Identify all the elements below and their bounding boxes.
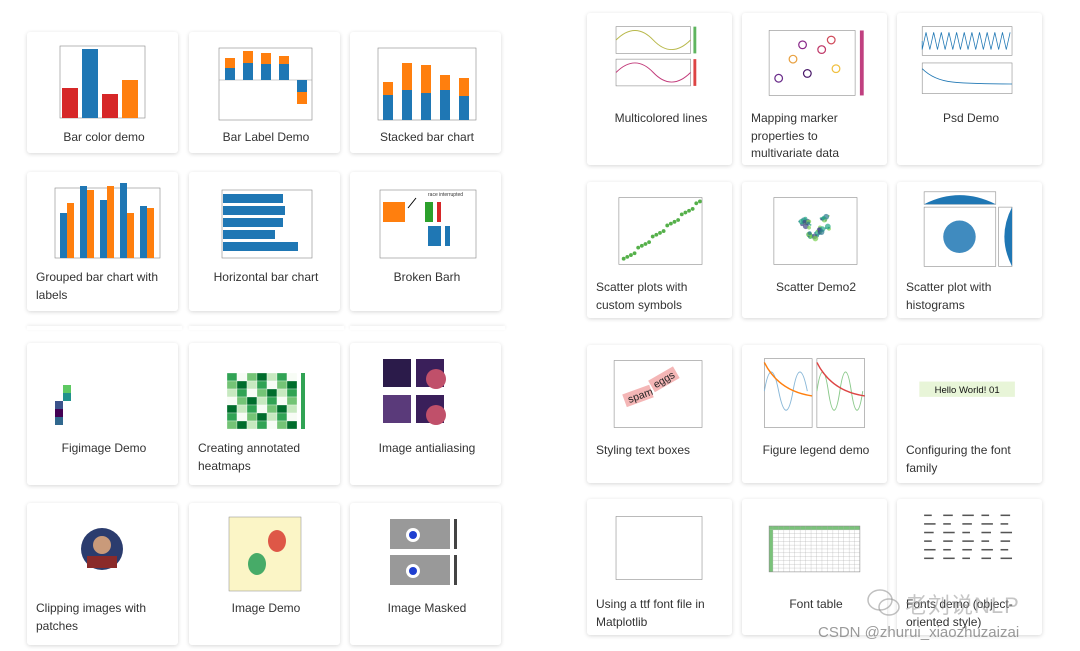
gallery-card[interactable]: Image antialiasing	[350, 343, 501, 485]
card-title[interactable]: Figimage Demo	[36, 440, 172, 458]
card-title[interactable]: Grouped bar chart with labels	[36, 269, 172, 304]
thumbnail-image[interactable]	[358, 509, 493, 595]
svg-text:race interrupted: race interrupted	[428, 192, 463, 198]
thumbnail-image[interactable]	[750, 188, 879, 274]
gallery-card[interactable]: Figure legend demo	[742, 345, 887, 483]
thumbnail-image[interactable]	[905, 188, 1034, 274]
separator	[27, 326, 182, 330]
gallery-card[interactable]: Using a ttf font file in Matplotlib	[587, 499, 732, 635]
card-title[interactable]: Image Demo	[198, 600, 334, 618]
thumbnail-image[interactable]	[750, 19, 879, 105]
gallery-card[interactable]: Creating annotated heatmaps	[189, 343, 340, 485]
card-title[interactable]: Scatter plots with custom symbols	[596, 279, 726, 314]
card-title[interactable]: Horizontal bar chart	[198, 269, 334, 287]
thumbnail-image[interactable]	[750, 505, 879, 591]
gallery-card[interactable]: Figimage Demo	[27, 343, 178, 485]
thumbnail-image[interactable]	[750, 351, 879, 437]
gallery-card[interactable]: Psd Demo	[897, 13, 1042, 165]
card-title[interactable]: Using a ttf font file in Matplotlib	[596, 596, 726, 631]
card-title[interactable]: Psd Demo	[906, 110, 1036, 128]
thumbnail-image[interactable]	[197, 509, 332, 595]
thumbnail-image[interactable]	[595, 188, 724, 274]
card-title[interactable]: Clipping images with patches	[36, 600, 172, 635]
separator	[350, 326, 505, 330]
thumbnail-image[interactable]	[35, 509, 170, 595]
gallery-card[interactable]: Bar Label Demo	[189, 32, 340, 153]
separator	[189, 326, 344, 330]
card-title[interactable]: Image antialiasing	[359, 440, 495, 458]
thumbnail-image[interactable]	[595, 505, 724, 591]
card-title[interactable]: Scatter plot with histograms	[906, 279, 1036, 314]
wechat-icon	[867, 589, 900, 616]
gallery-card[interactable]: Image Masked	[350, 503, 501, 645]
svg-text:Hello World! 01: Hello World! 01	[935, 385, 1000, 396]
watermark-wechat: 老刘说NLP	[905, 593, 1020, 618]
thumbnail-image[interactable]	[197, 38, 332, 124]
gallery-card[interactable]: Mapping marker properties to multivariat…	[742, 13, 887, 165]
card-title[interactable]: Stacked bar chart	[359, 129, 495, 147]
gallery-card[interactable]: Scatter plot with histograms	[897, 182, 1042, 318]
gallery-card[interactable]: Scatter Demo2	[742, 182, 887, 318]
gallery-card[interactable]: Bar color demo	[27, 32, 178, 153]
thumbnail-image[interactable]	[197, 349, 332, 435]
card-title[interactable]: Bar color demo	[36, 129, 172, 147]
thumbnail-image[interactable]	[905, 505, 1034, 591]
gallery-card[interactable]: Clipping images with patches	[27, 503, 178, 645]
thumbnail-image[interactable]	[358, 349, 493, 435]
thumbnail-image[interactable]	[595, 19, 724, 105]
card-title[interactable]: Bar Label Demo	[198, 129, 334, 147]
svg-text:spam: spam	[626, 386, 654, 406]
gallery-card[interactable]: Grouped bar chart with labels	[27, 172, 178, 311]
card-title[interactable]: Font table	[751, 596, 881, 614]
thumbnail-image[interactable]: Hello World! 01	[905, 351, 1034, 437]
card-title[interactable]: Styling text boxes	[596, 442, 726, 460]
card-title[interactable]: Multicolored lines	[596, 110, 726, 128]
thumbnail-image[interactable]	[35, 349, 170, 435]
watermark-csdn: CSDN @zhurui_xiaozhuzaizai	[818, 624, 1020, 641]
card-title[interactable]: Broken Barh	[359, 269, 495, 287]
card-title[interactable]: Creating annotated heatmaps	[198, 440, 334, 475]
thumbnail-image[interactable]: race interrupted	[358, 178, 493, 264]
gallery-card[interactable]: Horizontal bar chart	[189, 172, 340, 311]
gallery-card[interactable]: Image Demo	[189, 503, 340, 645]
thumbnail-image[interactable]	[358, 38, 493, 124]
thumbnail-image[interactable]: spam eggs	[595, 351, 724, 437]
card-title[interactable]: Image Masked	[359, 600, 495, 618]
thumbnail-image[interactable]	[35, 178, 170, 264]
card-title[interactable]: Mapping marker properties to multivariat…	[751, 110, 881, 163]
gallery-card[interactable]: Scatter plots with custom symbols	[587, 182, 732, 318]
gallery-card[interactable]: Hello World! 01 Configuring the font fami…	[897, 345, 1042, 483]
gallery-card[interactable]: Stacked bar chart	[350, 32, 501, 153]
gallery-card[interactable]: race interrupted Broken Barh	[350, 172, 501, 311]
thumbnail-image[interactable]	[905, 19, 1034, 105]
card-title[interactable]: Configuring the font family	[906, 442, 1036, 477]
thumbnail-image[interactable]	[197, 178, 332, 264]
card-title[interactable]: Figure legend demo	[751, 442, 881, 460]
gallery-card[interactable]: Multicolored lines	[587, 13, 732, 165]
gallery-card[interactable]: spam eggs Styling text boxes	[587, 345, 732, 483]
thumbnail-image[interactable]	[35, 38, 170, 124]
card-title[interactable]: Scatter Demo2	[751, 279, 881, 297]
